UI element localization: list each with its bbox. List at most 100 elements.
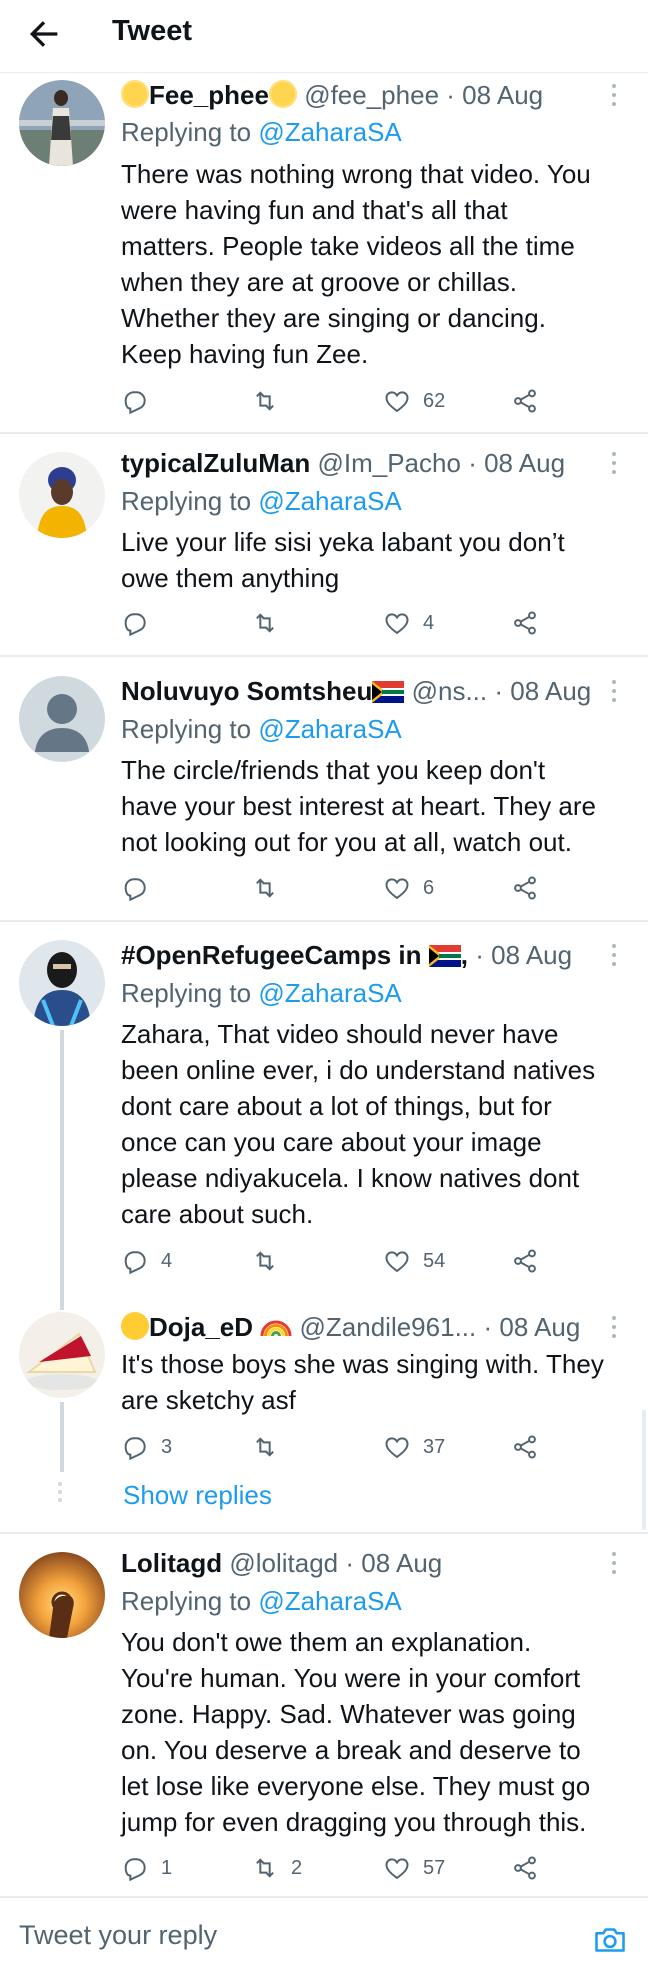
- retweet-icon: [256, 1437, 274, 1457]
- avatar[interactable]: [19, 1312, 105, 1398]
- sun-emoji-icon: [121, 80, 149, 108]
- share-button[interactable]: [511, 1246, 539, 1276]
- retweet-button[interactable]: [251, 1432, 291, 1462]
- tweet-actions: 6: [121, 873, 561, 903]
- text-line: on. You deserve a break and deserve to: [121, 1735, 581, 1765]
- retweet-button[interactable]: [251, 386, 291, 416]
- display-name[interactable]: Doja_eD: [149, 1312, 253, 1342]
- tweet-date[interactable]: 08 Aug: [499, 1312, 580, 1342]
- text-line: Live your life sisi yeka labant you don’…: [121, 527, 565, 557]
- text-line: please ndiyakucela. I know natives dont: [121, 1163, 580, 1193]
- tweet-header: typicalZuluMan @Im_Pacho · 08 Aug: [121, 446, 565, 480]
- replying-label: Replying to: [121, 117, 252, 147]
- user-handle[interactable]: ,: [461, 940, 468, 970]
- like-button[interactable]: 54: [383, 1246, 445, 1276]
- replying-to: Replying to @ZaharaSA: [121, 484, 402, 518]
- more-icon[interactable]: [610, 84, 618, 106]
- tweet-date[interactable]: 08 Aug: [491, 940, 572, 970]
- more-icon[interactable]: [610, 680, 618, 702]
- user-handle[interactable]: @Im_Pacho: [317, 448, 460, 478]
- reply-icon: [124, 613, 146, 637]
- avatar[interactable]: [19, 452, 105, 538]
- share-button[interactable]: [511, 1432, 539, 1462]
- avatar[interactable]: [19, 940, 105, 1026]
- user-handle[interactable]: @Zandile961...: [300, 1312, 477, 1342]
- display-name[interactable]: Lolitagd: [121, 1548, 222, 1578]
- reply-button[interactable]: 1: [121, 1853, 172, 1883]
- show-replies-link[interactable]: Show replies: [123, 1478, 272, 1512]
- share-button[interactable]: [511, 873, 539, 903]
- like-button[interactable]: 57: [383, 1853, 445, 1883]
- text-line: The circle/friends that you keep don't: [121, 755, 546, 785]
- more-icon[interactable]: [610, 1552, 618, 1574]
- text-line: are sketchy asf: [121, 1385, 296, 1415]
- scrollbar[interactable]: [642, 1410, 646, 1530]
- display-name[interactable]: Fee_phee: [149, 80, 269, 110]
- avatar[interactable]: [19, 1552, 105, 1638]
- display-name[interactable]: Noluvuyo Somtsheu: [121, 676, 372, 706]
- separator: ·: [483, 1312, 493, 1342]
- reply-button[interactable]: [121, 608, 161, 638]
- share-icon: [514, 611, 536, 635]
- heart-icon: [385, 878, 409, 900]
- replying-to: Replying to @ZaharaSA: [121, 115, 402, 149]
- tweet-actions: 4 54: [121, 1246, 561, 1276]
- share-button[interactable]: [511, 608, 539, 638]
- like-count: 37: [423, 1435, 446, 1458]
- reply-button[interactable]: [121, 873, 161, 903]
- retweet-button[interactable]: [251, 1246, 291, 1276]
- reply-button[interactable]: 3: [121, 1432, 172, 1462]
- user-handle[interactable]: @ns...: [412, 676, 488, 706]
- share-button[interactable]: [511, 1853, 539, 1883]
- tweet-text: Live your life sisi yeka labant you don’…: [121, 524, 641, 596]
- text-line: Zahara, That video should never have: [121, 1019, 559, 1049]
- text-line: matters. People take videos all the time: [121, 231, 575, 261]
- retweet-icon: [256, 1251, 274, 1271]
- reply-button[interactable]: 4: [121, 1246, 172, 1276]
- arrow-left-icon[interactable]: [24, 14, 64, 54]
- tweet-date[interactable]: 08 Aug: [510, 676, 591, 706]
- replying-handle[interactable]: @ZaharaSA: [258, 714, 401, 744]
- display-name[interactable]: typicalZuluMan: [121, 448, 310, 478]
- more-icon[interactable]: [610, 944, 618, 966]
- page-title: Tweet: [112, 15, 193, 47]
- retweet-button[interactable]: [251, 873, 291, 903]
- text-line: have your best interest at heart. They a…: [121, 791, 597, 821]
- heart-icon: [385, 1437, 409, 1459]
- reply-icon: [124, 1437, 146, 1461]
- display-name[interactable]: #OpenRefugeeCamps in: [121, 940, 422, 970]
- retweet-button[interactable]: [251, 608, 291, 638]
- replying-handle[interactable]: @ZaharaSA: [258, 978, 401, 1008]
- tweet-date[interactable]: 08 Aug: [484, 448, 565, 478]
- tweet-header: Noluvuyo Somtsheu @ns... · 08 Aug: [121, 674, 591, 708]
- tweet-date[interactable]: 08 Aug: [462, 80, 543, 110]
- retweet-button[interactable]: 2: [251, 1853, 302, 1883]
- separator: ·: [345, 1548, 355, 1578]
- more-icon[interactable]: [610, 452, 618, 474]
- reply-button[interactable]: [121, 386, 161, 416]
- tweet-date[interactable]: 08 Aug: [361, 1548, 442, 1578]
- share-icon: [514, 389, 536, 413]
- replying-handle[interactable]: @ZaharaSA: [258, 486, 401, 516]
- avatar[interactable]: [19, 80, 105, 166]
- camera-icon[interactable]: [592, 1922, 628, 1958]
- tweet-text: There was nothing wrong that video. You …: [121, 156, 641, 372]
- like-button[interactable]: 62: [383, 386, 445, 416]
- like-count: 4: [423, 611, 435, 634]
- more-icon[interactable]: [610, 1316, 618, 1338]
- tweet-actions: 4: [121, 608, 561, 638]
- avatar[interactable]: [19, 676, 105, 762]
- south-africa-flag-icon: [372, 681, 405, 703]
- like-button[interactable]: 6: [383, 873, 434, 903]
- like-button[interactable]: 37: [383, 1432, 445, 1462]
- reply-input[interactable]: [19, 1920, 519, 1951]
- share-button[interactable]: [511, 386, 539, 416]
- user-handle[interactable]: @fee_phee: [304, 80, 439, 110]
- tweet-actions: 62: [121, 386, 561, 416]
- text-line: been online ever, i do understand native…: [121, 1055, 596, 1085]
- like-button[interactable]: 4: [383, 608, 434, 638]
- replying-handle[interactable]: @ZaharaSA: [258, 1586, 401, 1616]
- reply-count: 4: [161, 1249, 173, 1272]
- replying-handle[interactable]: @ZaharaSA: [258, 117, 401, 147]
- user-handle[interactable]: @lolitagd: [229, 1548, 338, 1578]
